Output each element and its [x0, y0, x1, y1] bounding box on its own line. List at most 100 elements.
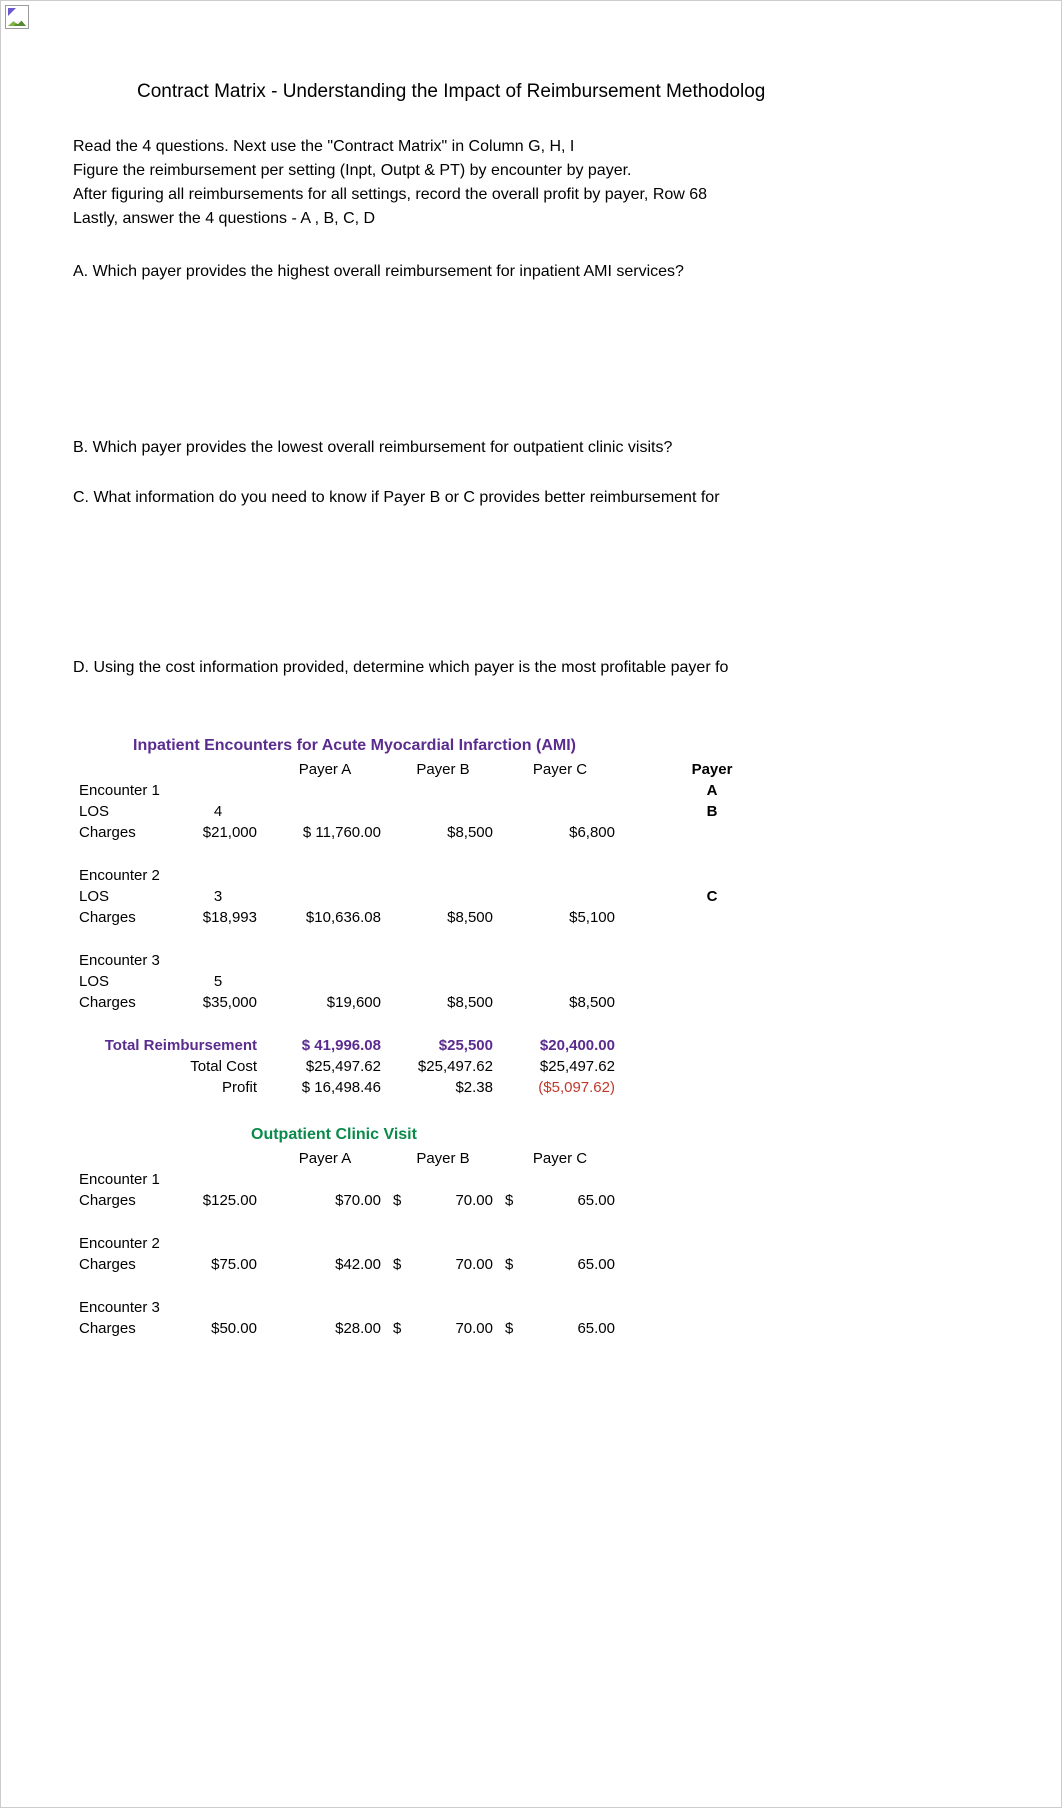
charges-value: $75.00	[173, 1254, 263, 1275]
total-reimb-payer-b: $25,500	[387, 1035, 499, 1056]
profit-payer-b: $2.38	[387, 1077, 499, 1098]
cell-payer-b: $70.00	[387, 1190, 499, 1211]
col-header-payer-c: Payer C	[499, 1148, 621, 1169]
profit-payer-a: $ 16,498.46	[263, 1077, 387, 1098]
cell-payer-c: $8,500	[499, 992, 621, 1013]
cell-payer-b: $70.00	[387, 1318, 499, 1339]
question-d: D. Using the cost information provided, …	[73, 659, 1031, 677]
table-row: Charges $50.00 $28.00 $70.00 $65.00	[73, 1318, 621, 1339]
cell-payer-c: $65.00	[499, 1190, 621, 1211]
question-a: A. Which payer provides the highest over…	[73, 263, 1031, 281]
document-body: Contract Matrix - Understanding the Impa…	[73, 81, 1031, 1339]
total-cost-payer-b: $25,497.62	[387, 1056, 499, 1077]
instruction-line: Figure the reimbursement per setting (In…	[73, 159, 1031, 183]
question-b: B. Which payer provides the lowest overa…	[73, 439, 1031, 457]
instruction-line: Lastly, answer the 4 questions - A , B, …	[73, 207, 1031, 231]
charges-value: $35,000	[173, 992, 263, 1013]
charges-label: Charges	[73, 907, 173, 928]
outpatient-section-title: Outpatient Clinic Visit	[251, 1126, 1031, 1144]
table-row: Encounter 3	[73, 950, 803, 971]
profit-row: Profit $ 16,498.46 $2.38 ($5,097.62)	[73, 1077, 803, 1098]
table-row: LOS 3 C	[73, 886, 803, 907]
side-payer-c: C	[621, 886, 803, 907]
cell-payer-c: $5,100	[499, 907, 621, 928]
profit-payer-c: ($5,097.62)	[499, 1077, 621, 1098]
outpatient-table: Payer A Payer B Payer C Encounter 1 Char…	[73, 1148, 621, 1339]
total-cost-payer-c: $25,497.62	[499, 1056, 621, 1077]
total-cost-label: Total Cost	[73, 1056, 263, 1077]
col-header-payer-a: Payer A	[263, 1148, 387, 1169]
charges-label: Charges	[73, 822, 173, 843]
encounter-label: Encounter 1	[73, 780, 263, 801]
profit-label: Profit	[73, 1077, 263, 1098]
charges-label: Charges	[73, 1254, 173, 1275]
los-label: LOS	[73, 886, 173, 907]
cell-payer-a: $ 11,760.00	[263, 822, 387, 843]
los-label: LOS	[73, 801, 173, 822]
col-header-payer-b: Payer B	[387, 759, 499, 780]
table-row: Encounter 1	[73, 1169, 621, 1190]
cell-payer-a: $42.00	[263, 1254, 387, 1275]
col-header-payer-b: Payer B	[387, 1148, 499, 1169]
encounter-label: Encounter 3	[73, 1297, 263, 1318]
cell-payer-b: $8,500	[387, 992, 499, 1013]
los-label: LOS	[73, 971, 173, 992]
inpatient-table: Payer A Payer B Payer C Payer Encounter …	[73, 759, 803, 1098]
table-row: Charges $18,993 $10,636.08 $8,500 $5,100	[73, 907, 803, 928]
table-row: Encounter 2	[73, 1233, 621, 1254]
los-value: 3	[173, 886, 263, 907]
document-page: Contract Matrix - Understanding the Impa…	[0, 0, 1062, 1808]
table-row: Encounter 1 A	[73, 780, 803, 801]
los-value: 4	[173, 801, 263, 822]
table-header-row: Payer A Payer B Payer C Payer	[73, 759, 803, 780]
charges-value: $50.00	[173, 1318, 263, 1339]
table-row: LOS 5	[73, 971, 803, 992]
total-cost-payer-a: $25,497.62	[263, 1056, 387, 1077]
encounter-label: Encounter 3	[73, 950, 263, 971]
charges-value: $125.00	[173, 1190, 263, 1211]
side-payer-a: A	[621, 780, 803, 801]
question-c: C. What information do you need to know …	[73, 489, 1031, 507]
table-row: Charges $21,000 $ 11,760.00 $8,500 $6,80…	[73, 822, 803, 843]
cell-payer-c: $65.00	[499, 1318, 621, 1339]
cell-payer-a: $19,600	[263, 992, 387, 1013]
cell-payer-c: $65.00	[499, 1254, 621, 1275]
instruction-line: After figuring all reimbursements for al…	[73, 183, 1031, 207]
cell-payer-c: $6,800	[499, 822, 621, 843]
cell-payer-a: $70.00	[263, 1190, 387, 1211]
cell-payer-b: $8,500	[387, 822, 499, 843]
cell-payer-b: $8,500	[387, 907, 499, 928]
table-row: Charges $75.00 $42.00 $70.00 $65.00	[73, 1254, 621, 1275]
col-header-payer-a: Payer A	[263, 759, 387, 780]
table-header-row: Payer A Payer B Payer C	[73, 1148, 621, 1169]
total-reimbursement-row: Total Reimbursement $ 41,996.08 $25,500 …	[73, 1035, 803, 1056]
total-reimb-label: Total Reimbursement	[73, 1035, 263, 1056]
side-payer-b: B	[621, 801, 803, 822]
total-reimb-payer-a: $ 41,996.08	[263, 1035, 387, 1056]
charges-value: $18,993	[173, 907, 263, 928]
encounter-label: Encounter 1	[73, 1169, 263, 1190]
charges-label: Charges	[73, 1190, 173, 1211]
encounter-label: Encounter 2	[73, 1233, 263, 1254]
total-reimb-payer-c: $20,400.00	[499, 1035, 621, 1056]
table-row: Encounter 3	[73, 1297, 621, 1318]
encounter-label: Encounter 2	[73, 865, 263, 886]
cell-payer-b: $70.00	[387, 1254, 499, 1275]
total-cost-row: Total Cost $25,497.62 $25,497.62 $25,497…	[73, 1056, 803, 1077]
page-title: Contract Matrix - Understanding the Impa…	[137, 81, 1031, 103]
table-row: Charges $35,000 $19,600 $8,500 $8,500	[73, 992, 803, 1013]
inpatient-section-title: Inpatient Encounters for Acute Myocardia…	[133, 737, 1031, 755]
charges-label: Charges	[73, 1318, 173, 1339]
broken-image-icon	[5, 5, 29, 29]
los-value: 5	[173, 971, 263, 992]
table-row: Charges $125.00 $70.00 $70.00 $65.00	[73, 1190, 621, 1211]
cell-payer-a: $10,636.08	[263, 907, 387, 928]
col-header-payer-c: Payer C	[499, 759, 621, 780]
instruction-line: Read the 4 questions. Next use the "Cont…	[73, 135, 1031, 159]
charges-value: $21,000	[173, 822, 263, 843]
table-row: Encounter 2	[73, 865, 803, 886]
col-header-side-payer: Payer	[621, 759, 803, 780]
charges-label: Charges	[73, 992, 173, 1013]
table-row: LOS 4 B	[73, 801, 803, 822]
cell-payer-a: $28.00	[263, 1318, 387, 1339]
